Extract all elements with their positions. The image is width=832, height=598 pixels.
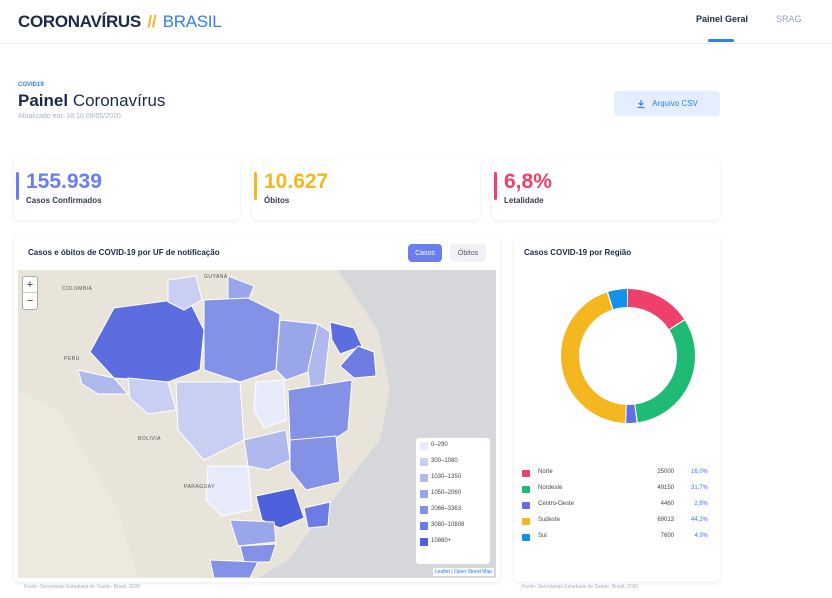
map-source-note: Fonte: Secretarias Estaduais de Saúde. B… <box>24 584 141 590</box>
page-kicker: COVID19 <box>18 82 44 88</box>
download-csv-button[interactable]: Arquivo CSV <box>614 91 720 116</box>
stat-label-confirmados: Casos Confirmados <box>26 196 102 205</box>
state-pr[interactable] <box>229 519 277 547</box>
toggle-casos-button[interactable]: Casos <box>408 244 442 262</box>
stat-accent-bar <box>254 172 257 200</box>
stat-card-confirmados: 155.939 Casos Confirmados <box>14 158 240 220</box>
map-label-colombia: COLOMBIA <box>62 286 93 292</box>
state-sc[interactable] <box>239 543 277 563</box>
stat-label-letalidade: Letalidade <box>504 196 544 205</box>
map-label-peru: PERU <box>64 356 80 362</box>
legend-label: 1030–1350 <box>431 474 462 480</box>
legend-item: 10860+ <box>420 538 486 552</box>
zoom-in-button[interactable]: + <box>23 277 37 293</box>
legend-label: 0–290 <box>431 442 448 448</box>
region-swatch <box>522 534 530 541</box>
stat-accent-bar <box>494 172 497 200</box>
page-title-rest: Coronavírus <box>72 91 166 110</box>
region-percent: 16,0% <box>690 469 708 475</box>
map-panel: Casos e óbitos de COVID-19 por UF de not… <box>14 236 500 582</box>
region-row-nordeste: Nordeste 49150 31,7% <box>522 484 714 496</box>
download-csv-label: Arquivo CSV <box>652 99 698 108</box>
map-title: Casos e óbitos de COVID-19 por UF de not… <box>28 248 220 257</box>
toggle-obitos-button[interactable]: Óbitos <box>450 244 486 262</box>
brand-main: CORONAVÍRUS <box>18 12 141 31</box>
map-legend: 0–290 300–1080 1030–1350 1050–2060 2066–… <box>416 438 490 564</box>
legend-label: 1050–2060 <box>431 490 462 496</box>
legend-swatch <box>420 490 428 498</box>
legend-swatch <box>420 522 428 530</box>
stat-accent-bar <box>16 172 19 200</box>
nav-painel-geral[interactable]: Painel Geral <box>696 14 748 24</box>
stat-value-letalidade: 6,8% <box>504 170 552 193</box>
region-panel: Casos COVID-19 por Região Norte 25000 16… <box>514 236 720 582</box>
legend-item: 1050–2060 <box>420 490 486 504</box>
map-label-guyana: GUYANA <box>204 274 228 280</box>
region-swatch <box>522 470 530 477</box>
brand-separator: // <box>147 12 157 31</box>
region-percent: 4,9% <box>694 533 708 539</box>
stat-card-letalidade: 6,8% Letalidade <box>492 158 720 220</box>
region-source-note: Fonte: Secretarias Estaduais de Saúde. B… <box>522 584 639 590</box>
legend-swatch <box>420 474 428 482</box>
region-percent: 2,8% <box>694 501 708 507</box>
map-attribution-link[interactable]: Leaflet | Open Street Map <box>432 568 494 576</box>
region-value: 7600 <box>660 533 674 539</box>
brand-logo[interactable]: CORONAVÍRUS // BRASIL <box>18 12 222 32</box>
legend-item: 1030–1350 <box>420 474 486 488</box>
legend-label: 10860+ <box>431 538 452 544</box>
stat-value-obitos: 10.627 <box>264 170 329 193</box>
brand-country: BRASIL <box>162 12 222 31</box>
region-value: 69013 <box>657 517 674 523</box>
legend-item: 0–290 <box>420 442 486 456</box>
legend-item: 3080–10808 <box>420 522 486 536</box>
state-rs[interactable] <box>209 559 259 578</box>
page-title: Painel Coronavírus <box>18 91 165 111</box>
legend-swatch <box>420 442 428 450</box>
legend-swatch <box>420 506 428 514</box>
map-label-bolivia: BOLIVIA <box>138 436 161 442</box>
updated-timestamp: Atualizado em: 18:10 09/05/2020 <box>18 113 121 120</box>
legend-item: 2066–3363 <box>420 506 486 520</box>
region-name: Centro-Oeste <box>538 501 575 507</box>
region-name: Nordeste <box>538 485 563 491</box>
region-row-sul: Sul 7600 4,9% <box>522 532 714 544</box>
choropleth-map[interactable]: + − COLOMBIA GUYANA PERU BOLIVIA PARAGUA… <box>18 270 496 578</box>
stat-label-obitos: Óbitos <box>264 196 290 205</box>
legend-label: 300–1080 <box>431 458 458 464</box>
region-swatch <box>522 486 530 493</box>
map-label-paraguay: PARAGUAY <box>184 484 216 490</box>
top-bar: CORONAVÍRUS // BRASIL Painel Geral SRAG <box>0 0 832 44</box>
legend-label: 3080–10808 <box>431 522 465 528</box>
region-name: Norte <box>538 469 553 475</box>
legend-swatch <box>420 458 428 466</box>
download-icon <box>637 99 645 108</box>
stat-value-confirmados: 155.939 <box>26 170 102 193</box>
region-row-norte: Norte 25000 16,0% <box>522 468 714 480</box>
zoom-control: + − <box>22 276 38 310</box>
region-swatch <box>522 518 530 525</box>
page-title-bold: Painel <box>18 91 69 110</box>
region-name: Sul <box>538 533 547 539</box>
region-value: 4460 <box>660 501 674 507</box>
legend-label: 2066–3363 <box>431 506 462 512</box>
state-pa[interactable] <box>203 297 281 383</box>
region-panel-title: Casos COVID-19 por Região <box>524 248 632 257</box>
region-name: Sudeste <box>538 517 561 523</box>
region-value: 25000 <box>657 469 674 475</box>
active-nav-indicator <box>708 39 734 42</box>
region-percent: 44,2% <box>690 517 708 523</box>
legend-swatch <box>420 538 428 546</box>
region-donut-chart[interactable] <box>560 288 696 424</box>
region-swatch <box>522 502 530 509</box>
stat-card-obitos: 10.627 Óbitos <box>252 158 480 220</box>
legend-item: 300–1080 <box>420 458 486 472</box>
zoom-out-button[interactable]: − <box>23 293 37 309</box>
region-percent: 31,7% <box>690 485 708 491</box>
nav-srag[interactable]: SRAG <box>776 14 802 24</box>
region-value: 49150 <box>657 485 674 491</box>
region-row-sudeste: Sudeste 69013 44,2% <box>522 516 714 528</box>
region-row-centro-oeste: Centro-Oeste 4460 2,8% <box>522 500 714 512</box>
